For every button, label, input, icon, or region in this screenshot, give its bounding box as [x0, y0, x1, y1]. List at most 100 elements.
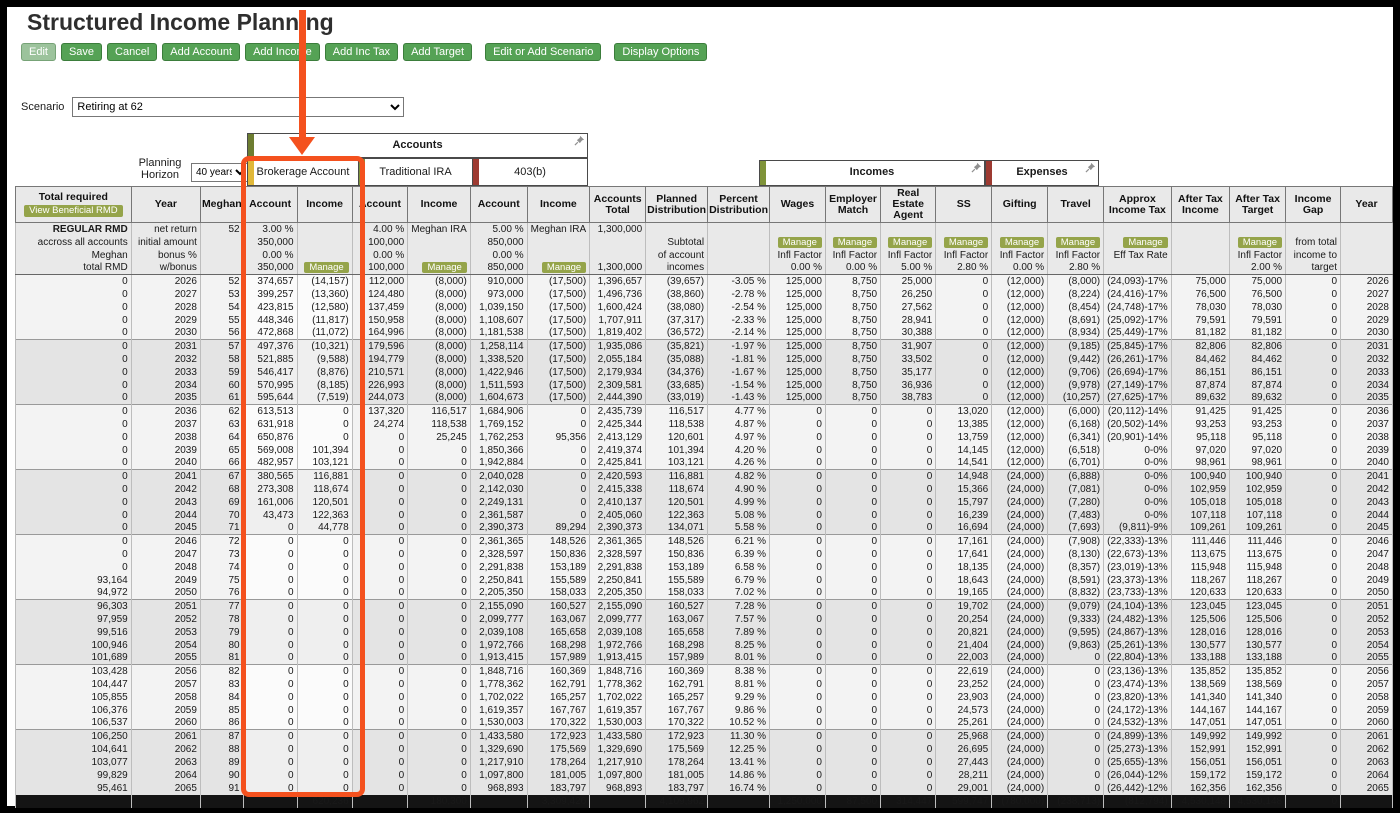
- cell: 0: [407, 703, 471, 717]
- toolbar-button-edit-or-add-scenario[interactable]: Edit or Add Scenario: [485, 43, 602, 61]
- manage-button[interactable]: Manage: [943, 236, 989, 248]
- config-cell[interactable]: 0.00 %: [824, 261, 882, 275]
- cell: 0: [1285, 339, 1342, 353]
- manage-button[interactable]: Manage: [304, 262, 349, 274]
- cell: 0: [1285, 326, 1342, 340]
- cell: 134,071: [645, 521, 709, 535]
- toolbar-button-add-income[interactable]: Add Income: [245, 43, 320, 61]
- table-row: 0 2026 52 374,657 (14,157) 112,000 (8,000) 910,…: [15, 274, 1393, 288]
- cell: 1,097,800: [469, 768, 528, 782]
- pin-icon[interactable]: [970, 162, 982, 174]
- expenses-group-label: Expenses: [1016, 166, 1068, 178]
- cell: 73: [199, 547, 244, 561]
- scenario-select[interactable]: Retiring at 62: [72, 97, 405, 117]
- config-cell: [1170, 261, 1231, 275]
- cell: (24,000): [991, 599, 1049, 613]
- cell: 0: [824, 482, 882, 496]
- config-cell: Infl Factor: [1229, 248, 1287, 262]
- manage-button[interactable]: Manage: [1055, 236, 1101, 248]
- toolbar-button-display-options[interactable]: Display Options: [614, 43, 708, 61]
- toolbar-button-add-account[interactable]: Add Account: [162, 43, 241, 61]
- cell: 0: [351, 547, 409, 561]
- config-cell: [645, 222, 709, 236]
- manage-button[interactable]: Manage: [1237, 236, 1283, 248]
- cell: 380,565: [242, 469, 298, 483]
- tab-label: Traditional IRA: [379, 166, 452, 178]
- tab-traditional-ira[interactable]: Traditional IRA: [359, 158, 473, 186]
- cell: 521,885: [242, 352, 298, 366]
- config-cell[interactable]: 4.00 %: [351, 222, 409, 236]
- cell: 2,099,777: [469, 612, 528, 626]
- cell: (12,000): [991, 274, 1049, 288]
- toolbar-button-add-target[interactable]: Add Target: [403, 43, 473, 61]
- total-cell: 3,309,426: [526, 794, 591, 808]
- cell: 125,506: [1229, 612, 1287, 626]
- config-cell[interactable]: 0.00 %: [769, 261, 826, 275]
- cell: 2027: [1340, 287, 1393, 301]
- manage-button[interactable]: Manage: [422, 262, 467, 274]
- planning-horizon-select[interactable]: 40 years: [191, 163, 249, 182]
- cell: 2061: [130, 729, 201, 743]
- cell: 2041: [130, 469, 201, 483]
- toolbar-button-cancel[interactable]: Cancel: [107, 43, 158, 61]
- cell: 0: [526, 443, 591, 457]
- cell: 12.25 %: [707, 742, 770, 756]
- cell: (24,000): [991, 677, 1049, 691]
- tab-403-b[interactable]: 403(b): [473, 158, 588, 186]
- config-cell[interactable]: 2.80 %: [1047, 261, 1105, 275]
- cell: 2,155,090: [469, 599, 528, 613]
- config-cell: [407, 248, 471, 262]
- cell: 0: [880, 612, 937, 626]
- config-cell: 850,000: [469, 261, 528, 275]
- col-header-income: Income: [407, 186, 471, 223]
- cell: 101,394: [645, 443, 709, 457]
- manage-button[interactable]: Manage: [832, 236, 878, 248]
- manage-button[interactable]: Manage: [887, 236, 933, 248]
- pin-icon[interactable]: [1084, 162, 1096, 174]
- col-header-income-gap: Income Gap: [1285, 186, 1342, 223]
- cell: 0: [351, 443, 409, 457]
- cell: 157,989: [526, 651, 591, 665]
- cell: 0: [407, 716, 471, 730]
- toolbar-button-edit[interactable]: Edit: [21, 43, 56, 61]
- cell: 2,435,739: [589, 404, 647, 418]
- cell: (24,000): [991, 534, 1049, 548]
- toolbar-button-save[interactable]: Save: [60, 43, 103, 61]
- cell: 569,008: [242, 443, 298, 457]
- cell: 22,003: [935, 651, 993, 665]
- cell: 20,821: [935, 625, 993, 639]
- cell: 125,000: [769, 352, 826, 366]
- cell: 0: [1285, 378, 1342, 392]
- cell: (12,000): [991, 365, 1049, 379]
- config-cell[interactable]: 5.00 %: [880, 261, 937, 275]
- toolbar-button-add-inc-tax[interactable]: Add Inc Tax: [324, 43, 399, 61]
- manage-button[interactable]: Manage: [541, 262, 587, 274]
- config-cell[interactable]: 5.00 %: [469, 222, 528, 236]
- config-cell: accross all accounts: [15, 235, 132, 249]
- view-beneficial-rmd-button[interactable]: View Beneficial RMD: [24, 205, 123, 217]
- cell: 0: [242, 729, 298, 743]
- cell: 172,923: [526, 729, 591, 743]
- cell: 0: [15, 469, 132, 483]
- config-cell[interactable]: 2.80 %: [935, 261, 993, 275]
- manage-button[interactable]: Manage: [777, 236, 822, 248]
- cell: 161,006: [242, 495, 298, 509]
- pin-icon[interactable]: [573, 135, 585, 147]
- cell: 2065: [1340, 781, 1393, 795]
- cell: (17,500): [526, 300, 591, 314]
- manage-button[interactable]: Manage: [1123, 236, 1168, 248]
- config-cell[interactable]: 3.00 %: [242, 222, 298, 236]
- manage-button[interactable]: Manage: [999, 236, 1045, 248]
- cell: 0: [769, 430, 826, 444]
- cell: 2049: [130, 573, 201, 587]
- cell: 0: [351, 534, 409, 548]
- cell: 13,020: [935, 404, 993, 418]
- cell: 2028: [130, 300, 201, 314]
- config-cell[interactable]: 2.00 %: [1229, 261, 1287, 275]
- cell: (7,908): [1047, 534, 1105, 548]
- col-header-percent-distribution: Percent Distribution: [707, 186, 770, 223]
- cell: 0: [296, 417, 353, 431]
- config-cell[interactable]: 0.00 %: [991, 261, 1049, 275]
- tab-brokerage-account[interactable]: Brokerage Account: [247, 158, 359, 186]
- cell: 2058: [130, 690, 201, 704]
